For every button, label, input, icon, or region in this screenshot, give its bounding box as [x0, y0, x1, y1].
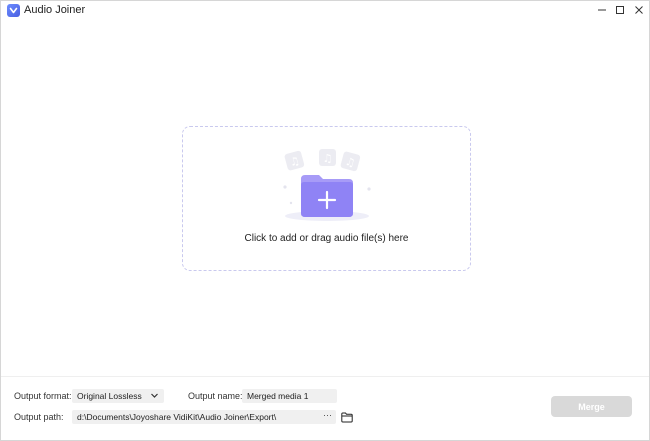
output-format-value: Original Lossless	[77, 391, 142, 401]
chevron-down-icon	[150, 391, 159, 400]
merge-button[interactable]: Merge	[551, 396, 632, 417]
maximize-button[interactable]	[611, 2, 629, 18]
output-format-select[interactable]: Original Lossless	[72, 389, 164, 403]
output-path-input[interactable]: d:\Documents\Joyoshare VidiKit\Audio Joi…	[72, 410, 336, 424]
divider	[1, 376, 649, 377]
window-title: Audio Joiner	[24, 4, 86, 16]
add-folder-icon: ♫ ♫ ♫	[279, 149, 375, 225]
browse-more-button[interactable]: ···	[323, 410, 332, 420]
output-name-label: Output name:	[188, 391, 243, 401]
minimize-button[interactable]	[593, 2, 611, 18]
app-window: Audio Joiner ♫ ♫ ♫ Click to add or drag …	[0, 0, 650, 441]
add-files-dropzone[interactable]: ♫ ♫ ♫ Click to add or drag audio file(s)…	[182, 126, 471, 271]
output-path-value: d:\Documents\Joyoshare VidiKit\Audio Joi…	[77, 412, 277, 422]
title-bar: Audio Joiner	[1, 1, 649, 20]
output-format-label: Output format:	[14, 391, 72, 401]
output-name-input[interactable]: Merged media 1	[242, 389, 337, 403]
close-button[interactable]	[630, 2, 648, 18]
output-name-value: Merged media 1	[247, 391, 309, 401]
open-folder-icon[interactable]	[341, 410, 353, 423]
dropzone-hint: Click to add or drag audio file(s) here	[244, 233, 409, 244]
app-logo-icon	[7, 4, 20, 17]
output-path-label: Output path:	[14, 412, 64, 422]
svg-text:♫: ♫	[323, 152, 333, 165]
